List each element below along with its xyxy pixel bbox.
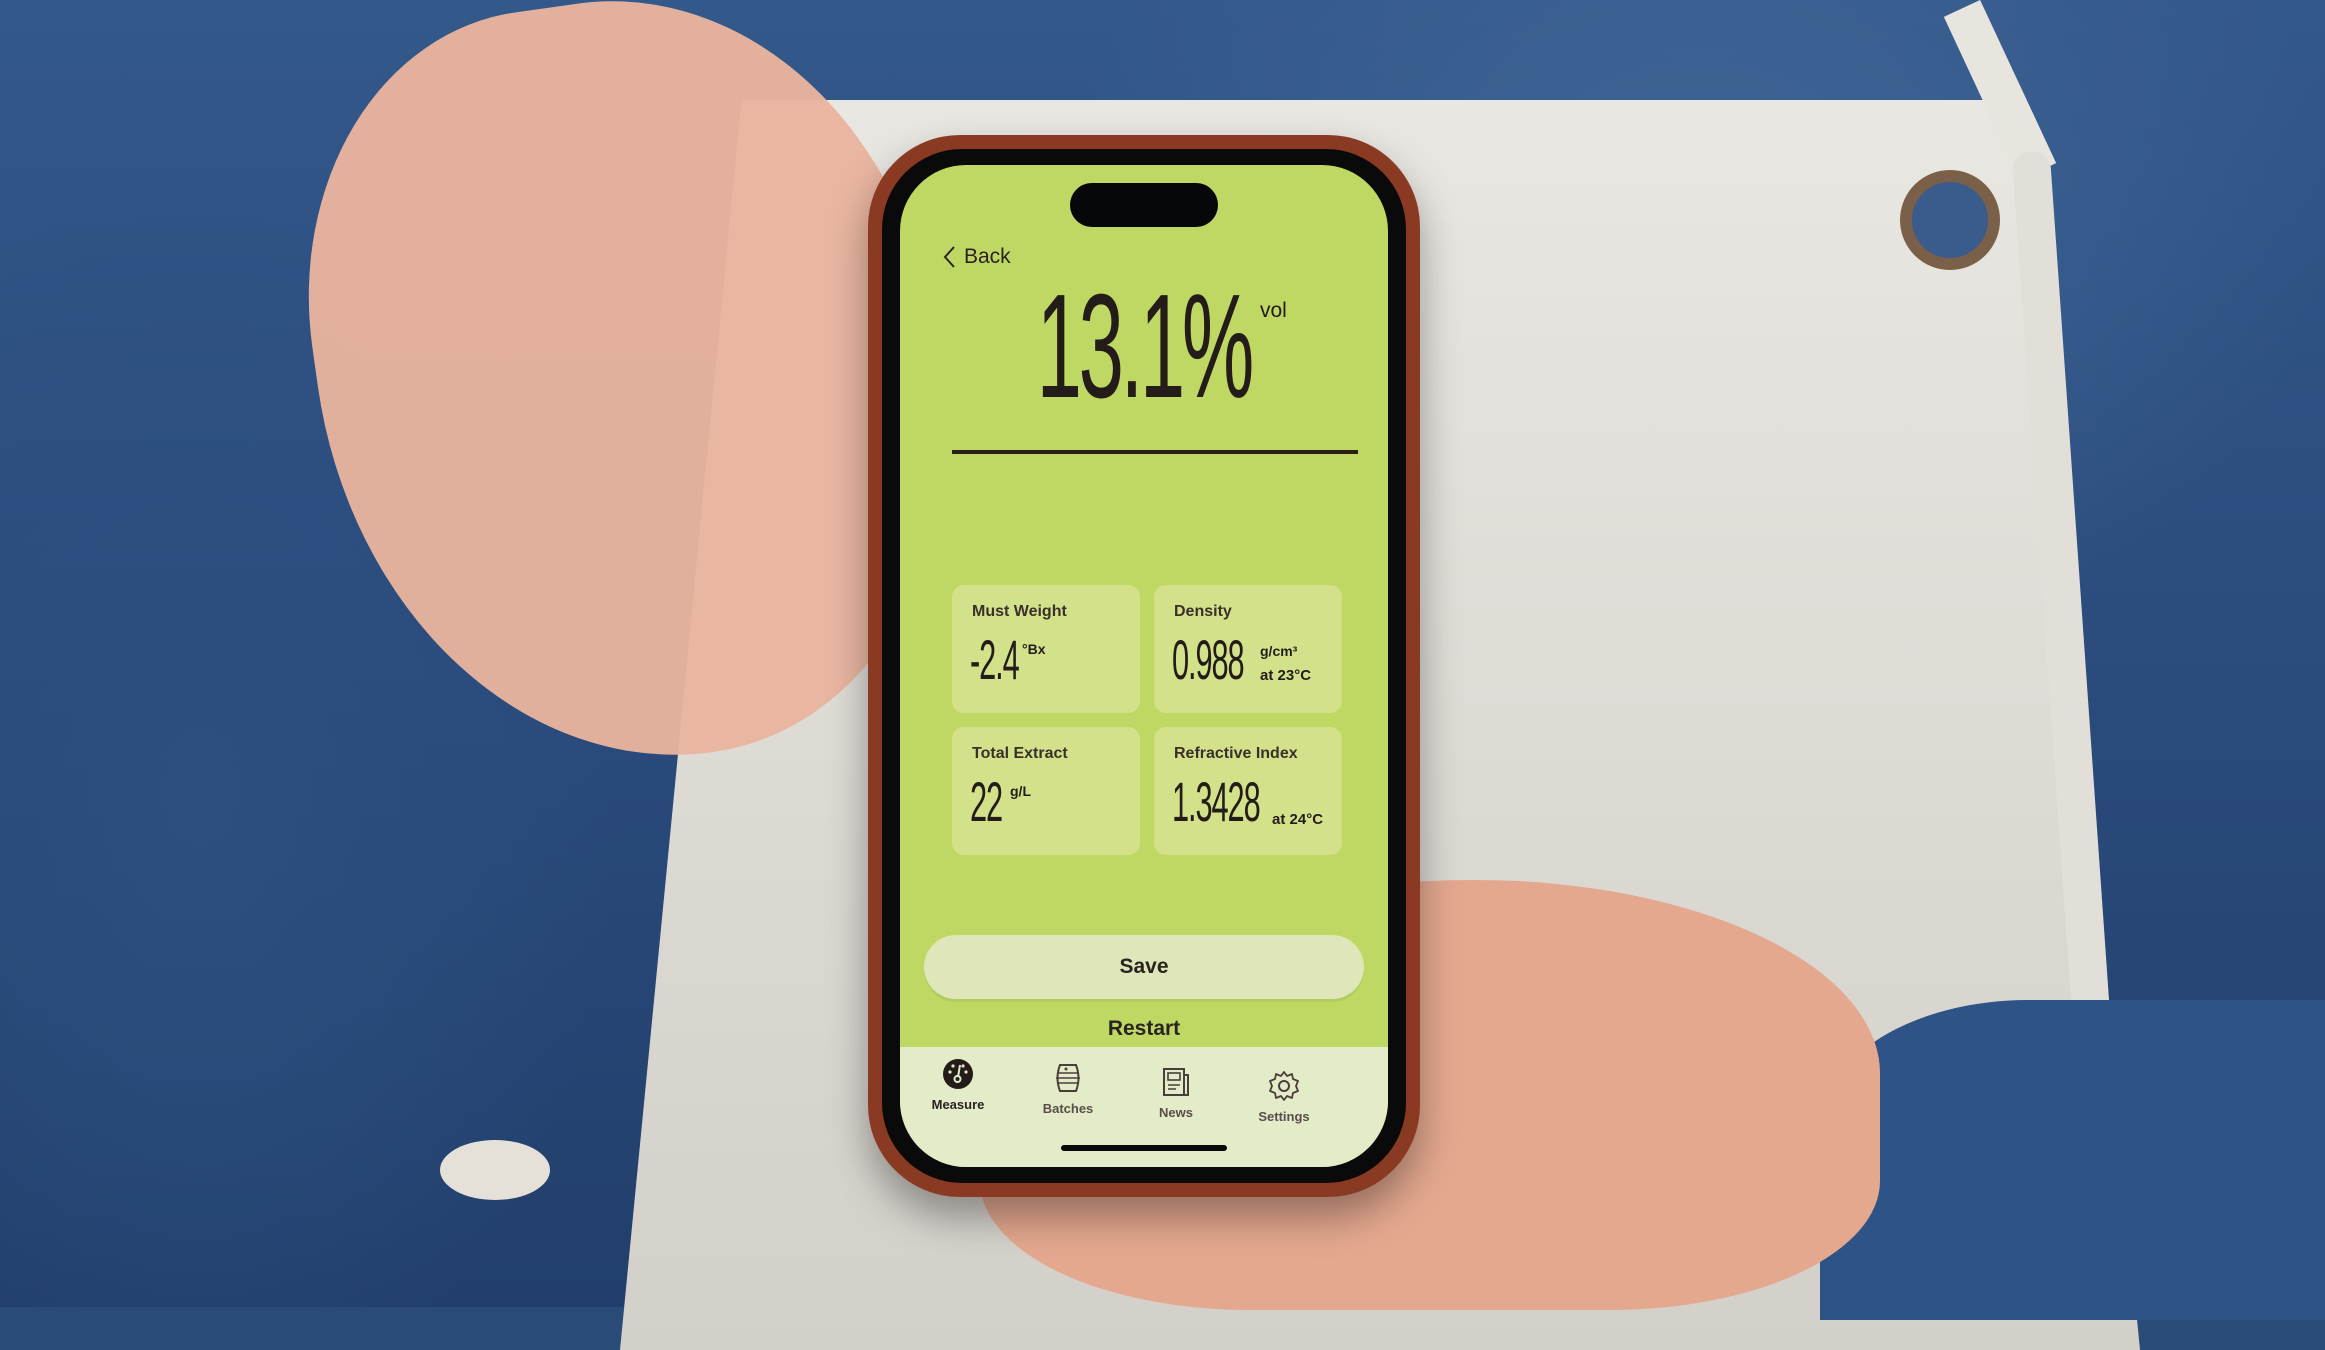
card-unit: g/L	[1010, 783, 1031, 799]
card-label: Must Weight	[972, 603, 1067, 620]
card-label: Total Extract	[972, 745, 1068, 762]
jacket-sleeve	[1820, 1000, 2325, 1320]
card-total-extract: Total Extract 22 g/L	[952, 727, 1140, 855]
phone-bezel: Back 13.1% vol Must Weight -2.4 °Bx Dens…	[882, 149, 1406, 1183]
tab-label: Measure	[931, 1097, 985, 1112]
apron-grommet	[1900, 170, 2000, 270]
card-unit: °Bx	[1022, 641, 1046, 657]
home-indicator[interactable]	[1061, 1145, 1227, 1151]
back-button[interactable]: Back	[942, 245, 1011, 269]
card-value: 1.3428	[1172, 770, 1261, 833]
tab-measure[interactable]: Measure	[908, 1057, 1008, 1112]
card-density: Density 0.988 g/cm³ at 23°C	[1154, 585, 1342, 713]
tab-label: Settings	[1258, 1109, 1310, 1124]
card-unit: g/cm³	[1260, 643, 1298, 659]
card-note: at 24°C	[1272, 811, 1324, 828]
restart-button[interactable]: Restart	[900, 1017, 1388, 1041]
card-value: 22	[970, 770, 1003, 833]
result-value: 13.1%	[1036, 264, 1255, 429]
phone: Back 13.1% vol Must Weight -2.4 °Bx Dens…	[868, 135, 1420, 1197]
card-value: -2.4	[970, 628, 1020, 691]
tab-news[interactable]: News	[1126, 1065, 1226, 1120]
measurement-cards: Must Weight -2.4 °Bx Density 0.988 g/cm³…	[952, 585, 1342, 855]
card-note: at 23°C	[1260, 667, 1312, 684]
alcohol-result: 13.1% vol	[900, 273, 1388, 421]
tab-bar: Measure Batches News Settings	[900, 1047, 1388, 1167]
card-label: Density	[1174, 603, 1232, 620]
phone-screen: Back 13.1% vol Must Weight -2.4 °Bx Dens…	[900, 165, 1388, 1167]
dynamic-island	[1070, 183, 1218, 227]
newspaper-icon	[1163, 1068, 1189, 1096]
jacket-button	[440, 1140, 550, 1200]
back-label: Back	[964, 245, 1011, 268]
card-value: 0.988	[1172, 628, 1245, 691]
tab-label: Batches	[1042, 1101, 1094, 1116]
card-must-weight: Must Weight -2.4 °Bx	[952, 585, 1140, 713]
tab-batches[interactable]: Batches	[1018, 1061, 1118, 1116]
gauge-icon	[943, 1059, 973, 1089]
card-refractive-index: Refractive Index 1.3428 at 24°C	[1154, 727, 1342, 855]
divider	[952, 450, 1358, 454]
save-button[interactable]: Save	[924, 935, 1364, 999]
tab-label: News	[1159, 1105, 1193, 1120]
tab-settings[interactable]: Settings	[1234, 1069, 1334, 1124]
result-unit: vol	[1260, 299, 1287, 322]
chevron-left-icon	[943, 246, 955, 268]
card-label: Refractive Index	[1174, 745, 1298, 762]
gear-icon	[1269, 1071, 1299, 1101]
barrel-icon	[1056, 1064, 1080, 1092]
